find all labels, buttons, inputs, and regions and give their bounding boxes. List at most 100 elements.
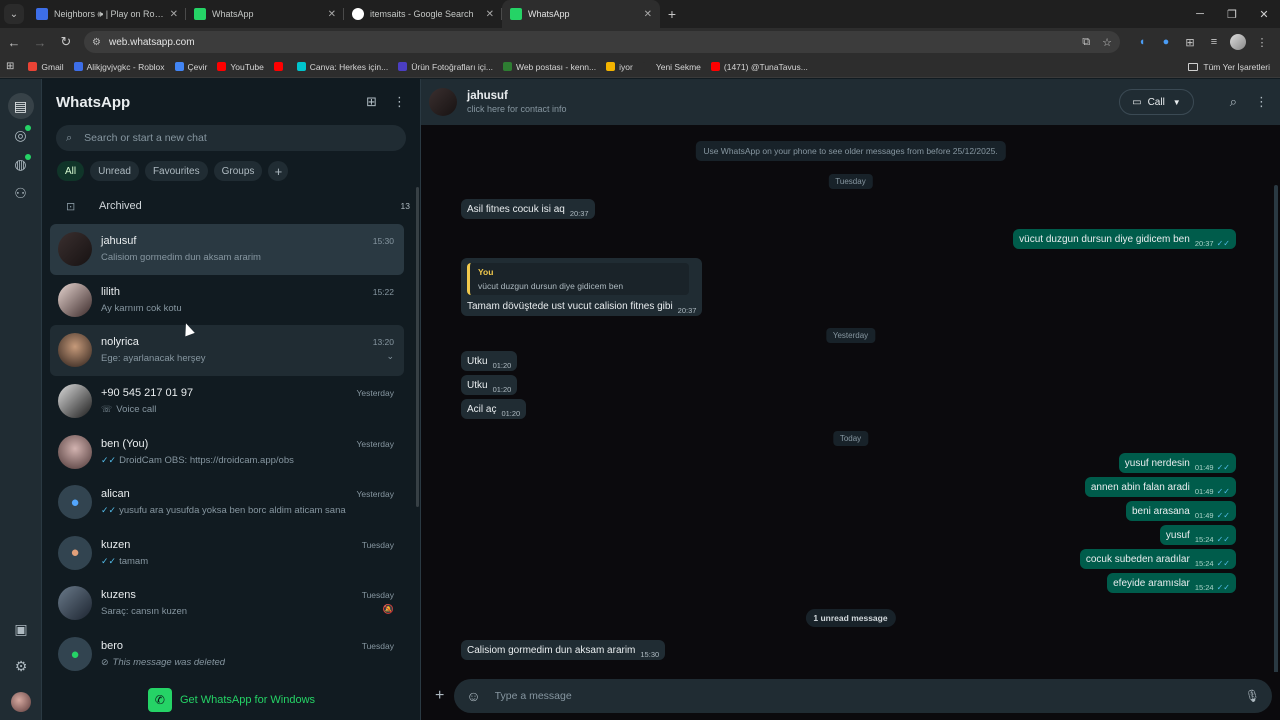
media-icon[interactable]: ▣ xyxy=(8,616,34,642)
chevron-down-icon[interactable]: ⌄ xyxy=(386,351,394,362)
conversation-header[interactable]: jahusuf click here for contact info ▭ Ca… xyxy=(421,79,1280,125)
restore-button[interactable]: ❐ xyxy=(1216,0,1248,28)
incoming-message[interactable]: Acil aç 01:20 xyxy=(461,399,527,419)
incoming-message[interactable]: Utku 01:20 xyxy=(461,375,518,395)
browser-tab[interactable]: WhatsApp ✕ xyxy=(186,0,344,28)
bookmark-item[interactable]: Ürün Fotoğrafları içi... xyxy=(398,62,493,72)
filter-unread[interactable]: Unread xyxy=(90,161,139,181)
chat-time: Yesterday xyxy=(356,388,395,399)
status-icon[interactable]: ◎ xyxy=(8,122,34,148)
microphone-icon[interactable]: 🎙 xyxy=(1245,689,1260,703)
outgoing-message[interactable]: beni arasana 01:49 ✓✓ xyxy=(1125,501,1236,521)
bookmark-item[interactable]: Çevir xyxy=(174,62,207,72)
archived-row[interactable]: ⊡ Archived 13 xyxy=(42,187,420,225)
bookmark-item[interactable]: Canva: Herkes için... xyxy=(296,62,388,72)
menu-icon[interactable]: ⋮ xyxy=(1255,94,1268,110)
get-app-banner[interactable]: ✆ Get WhatsApp for Windows xyxy=(42,680,421,720)
filter-favourites[interactable]: Favourites xyxy=(144,161,208,181)
video-call-icon: ▭ xyxy=(1132,96,1142,108)
incoming-message[interactable]: Calisiom gormedim dun aksam ararim 15:30 xyxy=(461,640,666,660)
conversation-panel: jahusuf click here for contact info ▭ Ca… xyxy=(421,79,1280,720)
bookmark-item[interactable]: Yeni Sekme xyxy=(642,62,701,72)
browser-tab[interactable]: Neighbors 🕪 | Play on Roblox ✕ xyxy=(28,0,186,28)
tab-search-button[interactable]: ⌄ xyxy=(4,4,24,24)
bookmark-item[interactable]: Alikjgvjvgkc - Roblox xyxy=(73,61,165,72)
extension-icon-shield[interactable]: ● xyxy=(1154,30,1178,54)
chat-list-item[interactable]: jahusuf 15:30 Calisiom gormedim dun aksam … xyxy=(50,224,404,275)
outgoing-message[interactable]: yusuf nerdesin 01:49 ✓✓ xyxy=(1118,453,1236,473)
chat-list-item[interactable]: ben (You) Yesterday ✓✓ DroidCam OBS: https:… xyxy=(50,426,404,477)
outgoing-message[interactable]: cocuk subeden aradılar 15:24 ✓✓ xyxy=(1079,549,1236,569)
bookmark-star-icon[interactable]: ☆ xyxy=(1102,36,1112,49)
reload-button[interactable]: ↻ xyxy=(54,30,78,54)
communities-icon[interactable]: ⚇ xyxy=(8,180,34,206)
composer: + ☺ 🎙 xyxy=(421,672,1280,720)
menu-icon[interactable]: ⋮ xyxy=(393,94,406,110)
forward-button[interactable]: → xyxy=(28,30,52,54)
bookmark-item[interactable]: Gmail xyxy=(28,62,64,72)
bookmark-item[interactable]: (1471) @TunaTavus... xyxy=(710,61,808,72)
address-bar[interactable]: ⚙ web.whatsapp.com ⧉ ☆ xyxy=(84,31,1120,53)
chats-icon[interactable]: ▤ xyxy=(7,93,34,119)
filter-all[interactable]: All xyxy=(57,161,85,181)
close-window-button[interactable]: ✕ xyxy=(1248,0,1280,28)
site-info-icon[interactable]: ⚙ xyxy=(92,37,101,48)
chat-list-scrollbar[interactable] xyxy=(416,187,419,507)
contact-avatar[interactable] xyxy=(429,88,457,116)
filter-groups[interactable]: Groups xyxy=(213,161,263,181)
back-button[interactable]: ← xyxy=(2,30,26,54)
new-tab-button[interactable]: + xyxy=(660,0,684,28)
install-app-icon[interactable]: ⧉ xyxy=(1082,36,1090,49)
chat-list-item[interactable]: lilith 15:22 Ay karnım cok kotu xyxy=(50,275,404,326)
chat-list-item[interactable]: +90 545 217 01 97 Yesterday ☏ Voice call xyxy=(50,376,404,427)
chat-list-item[interactable]: ● kuzen Tuesday ✓✓ tamam xyxy=(50,528,404,579)
add-filter-button[interactable]: + xyxy=(268,161,289,181)
chat-preview: yusufu ara yusufda yoksa ben borc aldim … xyxy=(119,505,346,517)
outgoing-message[interactable]: yusuf 15:24 ✓✓ xyxy=(1159,525,1236,545)
bookmark-item[interactable]: iyor xyxy=(606,62,633,72)
tab-close-icon[interactable]: ✕ xyxy=(644,9,652,20)
channels-icon[interactable]: ◍ xyxy=(8,151,34,177)
search-input[interactable] xyxy=(84,132,365,144)
browser-tab[interactable]: WhatsApp ✕ xyxy=(502,0,660,28)
message-input[interactable] xyxy=(494,690,1245,702)
chat-list-item[interactable]: ● alican Yesterday ✓✓ yusufu ara yusufda yok… xyxy=(50,477,404,528)
media-controls-icon[interactable]: ≡ xyxy=(1202,30,1226,54)
chat-list-item[interactable]: nolyrica 13:20 Ege: ayarlanacak herşey ⌄ xyxy=(50,325,404,376)
bookmark-item[interactable]: Web postası - kenn... xyxy=(502,62,596,72)
extension-icon-audio[interactable]: ◖ xyxy=(1130,30,1154,54)
outgoing-message[interactable]: annen abin falan aradi 01:49 ✓✓ xyxy=(1084,477,1236,497)
tab-close-icon[interactable]: ✕ xyxy=(328,9,336,20)
profile-avatar[interactable] xyxy=(1230,34,1246,50)
emoji-icon[interactable]: ☺ xyxy=(466,688,480,704)
new-chat-icon[interactable]: ⊞ xyxy=(366,94,377,110)
outgoing-message[interactable]: vücut duzgun dursun diye gidicem ben 20:3… xyxy=(1013,229,1236,249)
settings-gear-icon[interactable]: ⚙ xyxy=(8,653,34,679)
browser-tab[interactable]: itemsaits - Google Search ✕ xyxy=(344,0,502,28)
chat-list-item[interactable]: kuzens Tuesday Saraç: cansın kuzen 🔕 xyxy=(50,578,404,629)
call-button[interactable]: ▭ Call ▼ xyxy=(1119,89,1194,115)
profile-avatar[interactable] xyxy=(11,692,31,712)
incoming-message[interactable]: Utku 01:20 xyxy=(461,351,518,371)
bookmark-label: (1471) @TunaTavus... xyxy=(723,61,808,72)
bookmark-item[interactable] xyxy=(273,62,287,71)
bookmark-label: Alikjgvjvgkc - Roblox xyxy=(86,61,165,72)
minimize-button[interactable]: ─ xyxy=(1184,0,1216,28)
conversation-scrollbar[interactable] xyxy=(1274,185,1278,705)
outgoing-message[interactable]: efeyide aramıslar 15:24 ✓✓ xyxy=(1107,573,1236,593)
chat-time: Yesterday xyxy=(356,438,395,449)
apps-grid-icon[interactable]: ⊞ xyxy=(6,61,14,72)
all-bookmarks-link[interactable]: Tüm Yer İşaretleri xyxy=(1203,62,1270,72)
incoming-message[interactable]: You vücut duzgun dursun diye gidicem ben T… xyxy=(461,258,703,316)
chat-list-item[interactable]: ● bero Tuesday ⊘ This message was deleted xyxy=(50,629,404,680)
quoted-message[interactable]: You vücut duzgun dursun diye gidicem ben xyxy=(467,263,689,295)
bookmark-item[interactable]: YouTube xyxy=(217,62,264,72)
bookmarks-bar: ⊞ Gmail Alikjgvjvgkc - Roblox Çevir YouTube… xyxy=(0,56,1280,78)
incoming-message[interactable]: Asil fitnes cocuk isi aq 20:37 xyxy=(461,199,595,219)
extensions-puzzle-icon[interactable]: ⊞ xyxy=(1178,30,1202,54)
browser-menu-icon[interactable]: ⋮ xyxy=(1250,30,1274,54)
attach-plus-icon[interactable]: + xyxy=(435,687,444,705)
search-icon[interactable]: ⌕ xyxy=(1230,94,1237,110)
tab-close-icon[interactable]: ✕ xyxy=(486,9,494,20)
tab-close-icon[interactable]: ✕ xyxy=(170,9,178,20)
